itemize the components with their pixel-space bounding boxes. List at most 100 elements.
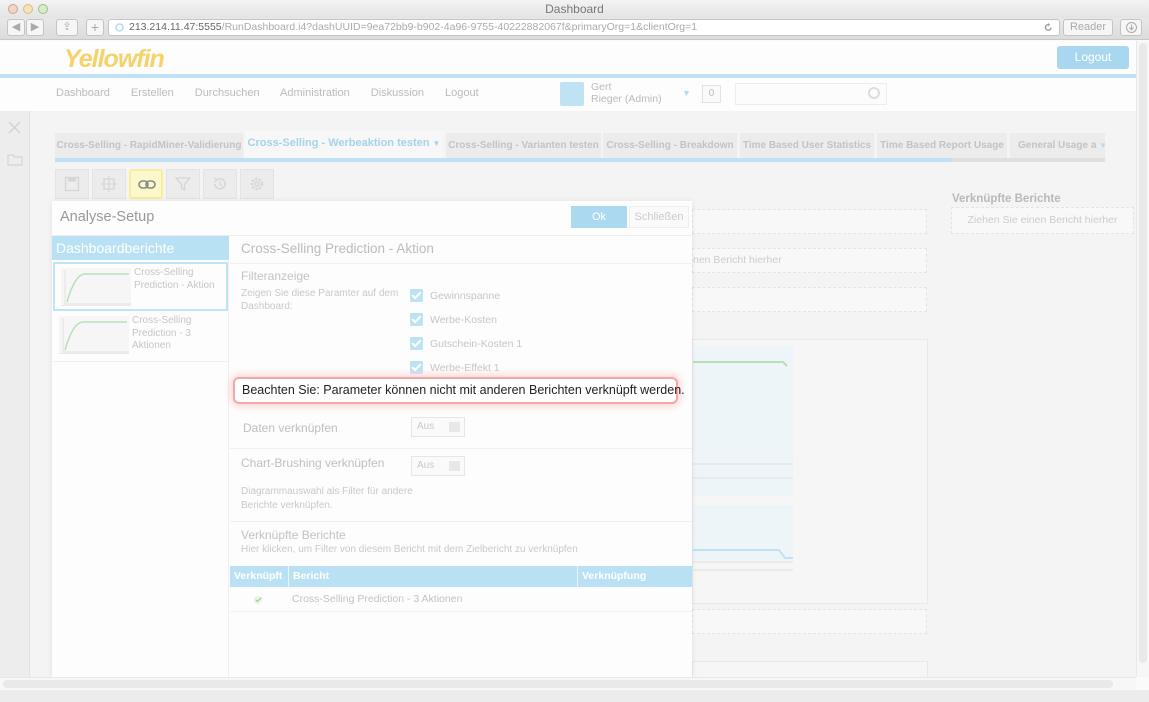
chevron-down-icon[interactable]: ▼ (433, 139, 441, 148)
tab-user-statistics[interactable]: Time Based User Statistics (740, 133, 874, 158)
column-header-verknuepft[interactable]: Verknüpft (230, 566, 288, 587)
title-bar: Dashboard (0, 0, 1149, 18)
yellowfin-logo[interactable]: Yellowfin (64, 45, 165, 74)
param-checkbox-werbe-kosten[interactable] (410, 313, 423, 326)
background-line-chart (693, 346, 793, 571)
nav-durchsuchen[interactable]: Durchsuchen (195, 87, 260, 99)
maximize-window-icon[interactable] (38, 4, 48, 14)
report-item-3-aktionen[interactable]: Cross-Selling Prediction - 3 Aktionen (53, 312, 228, 362)
report-item-label: Cross-Selling Prediction - 3 Aktionen (132, 315, 192, 351)
horizontal-scrollbar[interactable] (0, 677, 1136, 690)
back-button[interactable]: ◀ (7, 19, 25, 36)
tab-underline (55, 158, 951, 162)
linked-reports-table-header: Verknüpft Bericht Verknüpfung (230, 566, 692, 587)
reload-icon[interactable] (1044, 23, 1053, 32)
toggle-knob (449, 422, 460, 432)
report-item-label: Cross-Selling Prediction - Aktion (134, 267, 215, 291)
param-checkbox-werbe-effekt[interactable] (410, 361, 423, 374)
selected-report-title: Cross-Selling Prediction - Aktion (241, 241, 434, 256)
new-tab-button[interactable]: + (86, 19, 104, 36)
downloads-button[interactable] (1120, 19, 1142, 36)
tab-rapidminer-validierung[interactable]: Cross-Selling - RapidMiner-Validierung (55, 133, 243, 158)
data-link-label: Daten verknüpfen (243, 421, 338, 435)
nav-logout[interactable]: Logout (445, 87, 479, 99)
background-report-panel (692, 339, 928, 604)
link-analysis-button[interactable] (129, 169, 163, 199)
param-label: Gutschein-Kosten 1 (430, 338, 523, 350)
nav-diskussion[interactable]: Diskussion (371, 87, 424, 99)
user-role-name: Rieger (Admin) (591, 93, 662, 105)
folder-icon[interactable] (7, 153, 23, 166)
toggle-value: Aus (417, 421, 435, 432)
linked-check-icon[interactable] (254, 596, 262, 604)
chart-brushing-toggle[interactable]: Aus (411, 456, 465, 476)
report-settings-pane: Cross-Selling Prediction - Aktion Filter… (230, 236, 692, 677)
column-header-bericht[interactable]: Bericht (288, 566, 577, 587)
chain-link-icon (138, 180, 156, 189)
search-icon[interactable] (868, 87, 880, 99)
user-name[interactable]: Gert Rieger (Admin) (591, 81, 662, 105)
dashboard-tabs: Cross-Selling - RapidMiner-Validierung C… (55, 131, 1105, 158)
header-divider (0, 74, 1136, 78)
drop-zone-middle[interactable]: nen Bericht hierher (692, 248, 927, 273)
avatar[interactable] (560, 82, 584, 106)
divider (230, 263, 692, 264)
share-button[interactable]: ⇪ (56, 19, 78, 36)
tab-general-usage[interactable]: General Usage a ▼ (1010, 133, 1105, 158)
main-nav: Dashboard Erstellen Durchsuchen Administ… (56, 87, 497, 99)
minimize-window-icon[interactable] (23, 4, 33, 14)
param-checkbox-gutschein-kosten[interactable] (410, 337, 423, 350)
chevron-down-icon[interactable]: ▼ (1099, 141, 1105, 150)
vertical-scroll-thumb[interactable] (1139, 43, 1147, 663)
column-header-verknuepfung[interactable]: Verknüpfung (577, 566, 692, 587)
search-input[interactable] (735, 83, 887, 105)
tab-general-usage-label: General Usage a (1018, 140, 1097, 151)
tab-breakdown[interactable]: Cross-Selling - Breakdown (603, 133, 737, 158)
ok-button[interactable]: Ok (571, 206, 627, 228)
param-label: Gewinnspanne (430, 290, 501, 302)
chart-thumbnail-icon (62, 318, 129, 353)
save-button[interactable] (55, 169, 89, 199)
layout-button[interactable] (92, 169, 126, 199)
chart-thumbnail-icon (64, 270, 131, 305)
yellowfin-page: Yellowfin Logout Dashboard Erstellen Dur… (0, 41, 1136, 677)
vertical-scrollbar[interactable] (1136, 41, 1149, 677)
data-link-toggle[interactable]: Aus (411, 417, 465, 437)
drop-zone-lower[interactable] (692, 287, 927, 312)
filter-button[interactable] (166, 169, 200, 199)
background-report-panel-2 (692, 661, 928, 677)
close-button[interactable]: Schließen (629, 206, 689, 228)
nav-erstellen[interactable]: Erstellen (131, 87, 174, 99)
browser-window: Dashboard ◀ ▶ ⇪ + 213.214.11.47:5555/Run… (0, 0, 1149, 702)
tab-underline-inactive (951, 158, 1105, 162)
analysis-setup-dialog: Analyse-Setup Ok Schließen Dashboardberi… (52, 201, 692, 677)
param-label: Werbe-Kosten (430, 314, 497, 326)
tab-report-usage[interactable]: Time Based Report Usage (877, 133, 1007, 158)
url-bar[interactable]: 213.214.11.47:5555/RunDashboard.i4?dashU… (108, 19, 1060, 36)
divider (230, 448, 692, 449)
tab-werbeaktion-testen[interactable]: Cross-Selling - Werbeaktion testen ▼ (245, 131, 443, 158)
horizontal-scroll-thumb[interactable] (3, 680, 1113, 688)
chevron-down-icon[interactable]: ▼ (682, 88, 691, 98)
history-button[interactable] (203, 169, 237, 199)
drop-zone-bottom[interactable] (692, 609, 927, 634)
divider (230, 521, 692, 522)
url-path: /RunDashboard.i4?dashUUID=9ea72bb9-b902-… (221, 21, 698, 33)
tab-varianten-testen[interactable]: Cross-Selling - Varianten testen (446, 133, 601, 158)
logout-button[interactable]: Logout (1057, 46, 1129, 69)
close-icon[interactable] (8, 121, 21, 134)
drop-zone-right[interactable]: Ziehen Sie einen Bericht hierher (951, 207, 1134, 234)
close-window-icon[interactable] (8, 4, 18, 14)
drop-zone-top[interactable] (692, 209, 927, 234)
reader-button[interactable]: Reader (1063, 19, 1113, 36)
nav-administration[interactable]: Administration (280, 87, 350, 99)
param-checkbox-gewinnspanne[interactable] (410, 289, 423, 302)
report-item-aktion[interactable]: Cross-Selling Prediction - Aktion (53, 262, 228, 311)
settings-button[interactable] (240, 169, 274, 199)
table-row[interactable]: Cross-Selling Prediction - 3 Aktionen (230, 588, 692, 612)
gear-icon (250, 177, 264, 191)
report-thumbnail (61, 268, 131, 306)
nav-dashboard[interactable]: Dashboard (56, 87, 110, 99)
forward-button[interactable]: ▶ (26, 19, 44, 36)
notification-count[interactable]: 0 (702, 85, 721, 103)
